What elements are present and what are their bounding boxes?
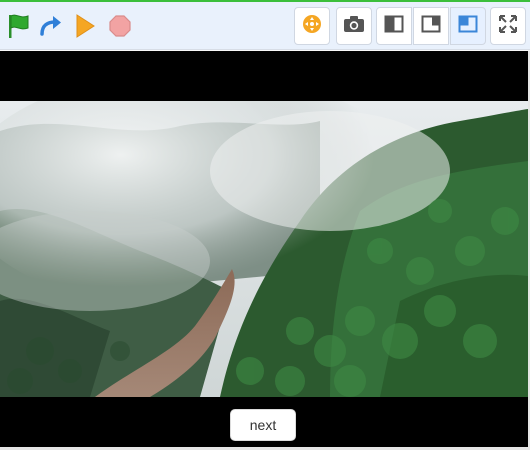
fullscreen-button[interactable]	[490, 7, 526, 45]
rainforest-video-image	[0, 101, 528, 397]
medium-stage-button[interactable]	[413, 7, 449, 45]
move-target-icon	[301, 13, 323, 40]
medium-stage-icon	[421, 15, 441, 38]
play-button[interactable]	[68, 8, 102, 44]
next-button[interactable]: next	[230, 409, 296, 441]
camera-button[interactable]	[336, 7, 372, 45]
app-window: next	[0, 0, 530, 450]
small-stage-icon	[384, 15, 404, 38]
move-target-button[interactable]	[294, 7, 330, 45]
redo-arrow-icon	[38, 14, 64, 38]
large-stage-icon	[458, 15, 478, 38]
redo-button[interactable]	[34, 8, 68, 44]
camera-icon	[343, 14, 365, 39]
play-triangle-icon	[73, 13, 97, 39]
green-flag-icon	[6, 13, 30, 39]
fullscreen-icon	[498, 14, 518, 39]
green-flag-button[interactable]	[1, 8, 35, 44]
stop-button[interactable]	[103, 8, 137, 44]
large-stage-button[interactable]	[450, 7, 486, 45]
small-stage-button[interactable]	[376, 7, 412, 45]
toolbar	[0, 2, 530, 50]
video-frame	[0, 101, 528, 397]
stop-octagon-icon	[108, 14, 132, 38]
stage[interactable]	[0, 51, 528, 447]
